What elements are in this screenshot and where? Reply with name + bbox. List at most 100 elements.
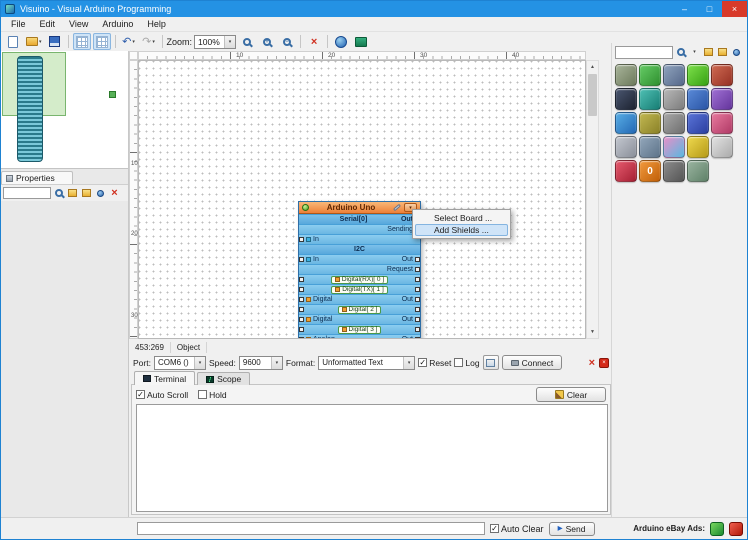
input-pin[interactable]: [299, 256, 304, 262]
palette-collapse-button[interactable]: [716, 45, 729, 59]
zoom-dropdown-arrow[interactable]: [224, 35, 236, 48]
send-button[interactable]: Send: [548, 521, 595, 536]
palette-icon-11[interactable]: [615, 112, 637, 134]
palette-icon-3[interactable]: [663, 64, 685, 86]
terminal-output[interactable]: [136, 404, 608, 512]
auto-clear-checkbox[interactable]: Auto Clear: [490, 524, 544, 534]
palette-icon-18[interactable]: [663, 136, 685, 158]
log-file-button[interactable]: [482, 355, 499, 370]
palette-icon-14[interactable]: [687, 112, 709, 134]
palette-icon-7[interactable]: [639, 88, 661, 110]
checkbox-checked-icon[interactable]: [490, 524, 499, 533]
zoom-out-button[interactable]: −: [278, 33, 296, 50]
port-dropdown-arrow[interactable]: [193, 356, 205, 369]
tab-terminal[interactable]: Terminal: [134, 371, 196, 385]
reset-checkbox[interactable]: Reset: [418, 358, 451, 368]
output-pin[interactable]: [415, 336, 420, 338]
output-pin[interactable]: [415, 296, 420, 302]
property-search-button[interactable]: [52, 186, 65, 200]
palette-icon-9[interactable]: [687, 88, 709, 110]
palette-icon-16[interactable]: [615, 136, 637, 158]
channel-tag[interactable]: Digital(TX)[ 1 ]: [331, 285, 388, 294]
palette-icon-10[interactable]: [711, 88, 733, 110]
zoom-fit-button[interactable]: [238, 33, 256, 50]
checkbox-checked-icon[interactable]: [418, 358, 428, 367]
close-button[interactable]: ×: [722, 1, 747, 17]
web-link-button[interactable]: [332, 33, 350, 50]
project-thumbnail-area[interactable]: [1, 51, 128, 169]
zoom-in-button[interactable]: +: [258, 33, 276, 50]
send-input[interactable]: [137, 522, 485, 535]
arduino-uno-header[interactable]: Arduino Uno: [299, 202, 420, 214]
minimize-button[interactable]: –: [672, 1, 697, 17]
log-checkbox[interactable]: Log: [454, 358, 480, 368]
format-dropdown-arrow[interactable]: [403, 356, 415, 369]
channel-tag[interactable]: Digital(RX)[ 0 ]: [330, 275, 389, 284]
checkbox-unchecked-icon[interactable]: [454, 358, 464, 367]
toggle-snap-button[interactable]: [92, 33, 111, 50]
collapse-all-button[interactable]: [80, 186, 93, 200]
arduino-uno-component[interactable]: Arduino Uno Serial[0] Out Sending In: [298, 201, 421, 338]
pin-properties-button[interactable]: [94, 186, 107, 200]
zoom-select[interactable]: 100%: [194, 34, 237, 49]
palette-icon-21[interactable]: [615, 160, 637, 182]
palette-search-input[interactable]: [615, 45, 673, 59]
palette-icon-19[interactable]: [687, 136, 709, 158]
palette-icon-17[interactable]: [639, 136, 661, 158]
speed-dropdown-arrow[interactable]: [270, 356, 282, 369]
palette-icon-8[interactable]: [663, 88, 685, 110]
output-pin[interactable]: [415, 286, 420, 292]
auto-scroll-checkbox[interactable]: Auto Scroll: [136, 390, 188, 400]
palette-icon-13[interactable]: [663, 112, 685, 134]
palette-icon-2[interactable]: [639, 64, 661, 86]
maximize-button[interactable]: □: [697, 1, 722, 17]
redo-button[interactable]: [140, 33, 158, 50]
palette-search-button[interactable]: [674, 45, 687, 59]
new-project-button[interactable]: [4, 33, 22, 50]
input-pin[interactable]: [299, 306, 304, 312]
input-pin[interactable]: [299, 276, 304, 282]
open-project-button[interactable]: [24, 33, 44, 50]
selection-handle[interactable]: [109, 91, 116, 98]
checkbox-checked-icon[interactable]: [136, 390, 145, 399]
scrollbar-thumb[interactable]: [588, 74, 597, 116]
format-select[interactable]: Unformatted Text: [318, 355, 416, 370]
output-pin[interactable]: [415, 326, 420, 332]
delete-button[interactable]: [305, 33, 323, 50]
ebay-ad-icon-2[interactable]: [729, 521, 743, 536]
palette-icon-23[interactable]: [663, 160, 685, 182]
toggle-grid-button[interactable]: [72, 33, 91, 50]
port-select[interactable]: COM6 (): [153, 355, 206, 370]
input-pin[interactable]: [299, 316, 304, 322]
output-pin[interactable]: [415, 256, 420, 262]
output-pin[interactable]: [415, 276, 420, 282]
palette-icon-20[interactable]: [711, 136, 733, 158]
palette-icon-6[interactable]: [615, 88, 637, 110]
palette-icon-5[interactable]: [711, 64, 733, 86]
menu-edit[interactable]: Edit: [33, 18, 63, 30]
checkbox-unchecked-icon[interactable]: [198, 390, 208, 399]
menu-view[interactable]: View: [62, 18, 95, 30]
tab-scope[interactable]: Scope: [197, 372, 251, 385]
scroll-down-icon[interactable]: [587, 326, 598, 338]
input-pin[interactable]: [299, 336, 304, 338]
speed-select[interactable]: 9600: [238, 355, 283, 370]
expand-all-button[interactable]: [66, 186, 79, 200]
palette-icon-4[interactable]: [687, 64, 709, 86]
palette-pin-button[interactable]: [730, 45, 743, 59]
hold-checkbox[interactable]: Hold: [198, 390, 227, 400]
stop-button[interactable]: [599, 357, 609, 368]
palette-filter-button[interactable]: [688, 45, 701, 59]
palette-icon-22[interactable]: 0: [639, 160, 661, 182]
palette-icon-15[interactable]: [711, 112, 733, 134]
menu-help[interactable]: Help: [140, 18, 173, 30]
scroll-up-icon[interactable]: [587, 61, 598, 73]
connect-button[interactable]: Connect: [501, 355, 563, 370]
tab-properties[interactable]: Properties: [1, 171, 73, 184]
clear-button[interactable]: Clear: [536, 387, 606, 402]
save-project-button[interactable]: [46, 33, 64, 50]
palette-icon-1[interactable]: [615, 64, 637, 86]
arduino-board-button[interactable]: [352, 33, 370, 50]
ebay-ad-icon-1[interactable]: [710, 521, 724, 536]
disconnect-button[interactable]: [589, 357, 595, 369]
